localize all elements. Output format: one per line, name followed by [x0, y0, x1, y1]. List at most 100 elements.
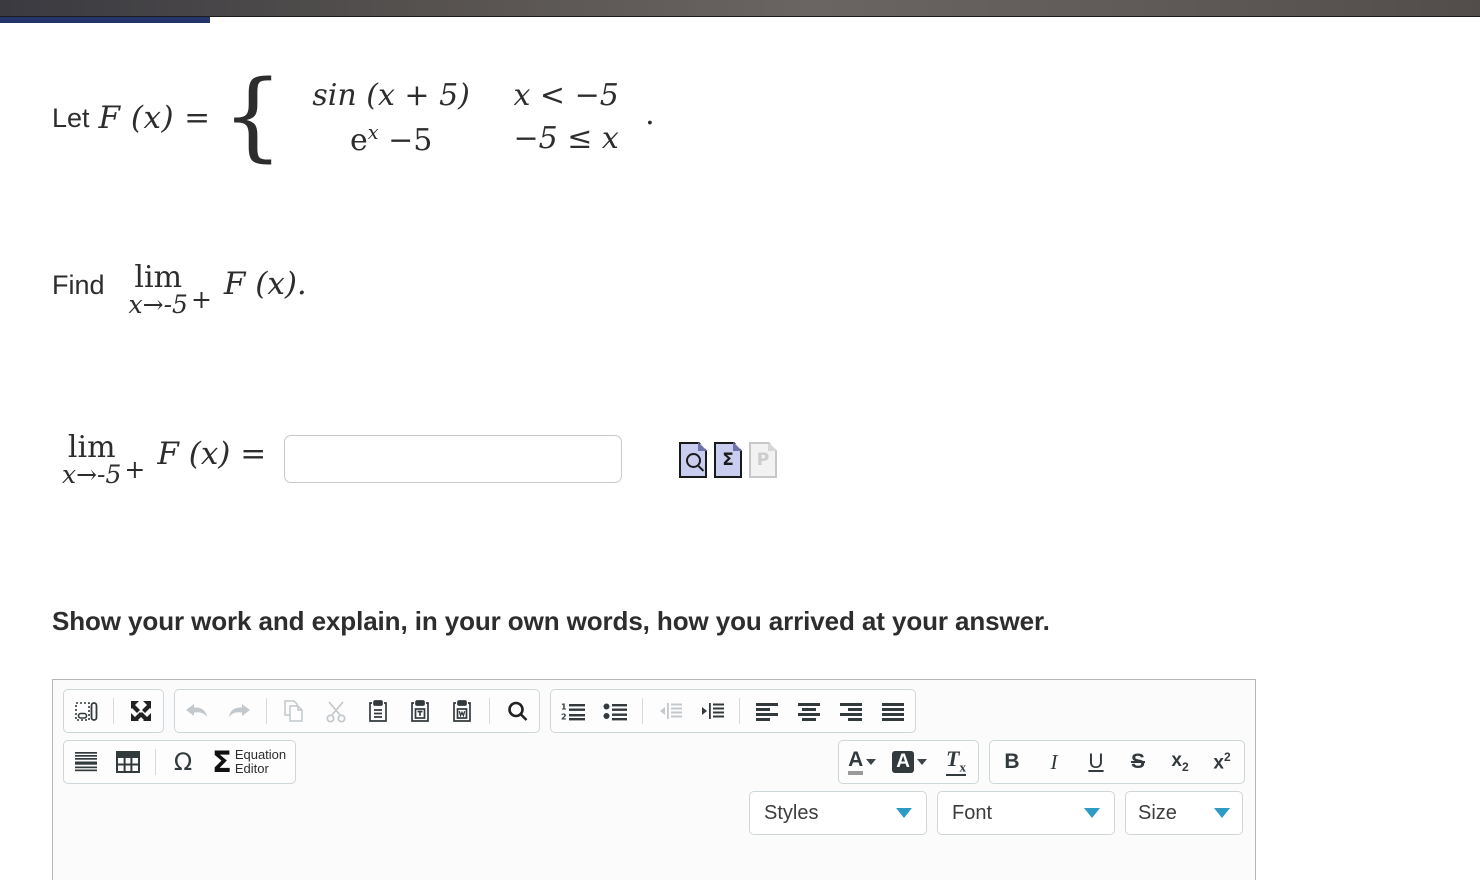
size-dropdown[interactable]: Size	[1125, 791, 1243, 835]
text-color-icon[interactable]: A	[846, 747, 878, 777]
styles-dropdown[interactable]: Styles	[749, 791, 927, 835]
table-icon[interactable]	[113, 747, 143, 777]
let-label: Let	[52, 102, 90, 133]
case-2-exponent: x	[367, 121, 379, 144]
magnifier-glyph	[685, 452, 701, 468]
subscript-icon[interactable]: x2	[1165, 747, 1195, 777]
toolbar-group-basic-styles: B I U S x2 x2	[989, 740, 1245, 784]
undo-icon[interactable]	[182, 696, 212, 726]
answer-limit-operator: lim	[67, 430, 116, 465]
italic-glyph: I	[1050, 749, 1058, 774]
svg-text:2: 2	[561, 713, 567, 722]
superscript-glyph: x2	[1213, 750, 1230, 774]
case-1-expression: sin (x + 5)	[312, 78, 470, 113]
math-symbols-icon[interactable]: Σ	[714, 442, 742, 478]
copy-icon[interactable]	[279, 696, 309, 726]
chevron-down-icon	[1084, 808, 1100, 818]
toolbar-group-paragraph: 1 2	[550, 689, 916, 733]
italic-icon[interactable]: I	[1039, 747, 1069, 777]
question-limit: lim x→-5	[129, 262, 188, 318]
maximize-icon[interactable]	[126, 696, 156, 726]
bold-glyph: B	[1004, 750, 1020, 773]
preview-answer-icon[interactable]	[679, 442, 707, 478]
outdent-icon[interactable]	[655, 696, 685, 726]
align-center-icon[interactable]	[794, 696, 824, 726]
paste-from-word-icon[interactable]	[447, 696, 477, 726]
bold-icon[interactable]: B	[997, 747, 1027, 777]
equation-editor-label-line-2: Editor	[234, 761, 269, 776]
case-1-condition: x < −5	[513, 78, 619, 113]
sigma-glyph: Σ	[722, 449, 734, 470]
show-blocks-icon[interactable]	[71, 696, 101, 726]
numbered-list-icon[interactable]: 1 2	[558, 696, 588, 726]
background-color-icon[interactable]: A	[890, 747, 929, 777]
horizontal-rule-icon[interactable]	[71, 747, 101, 777]
case-2-base: e	[349, 123, 368, 158]
superscript-base: x	[1213, 752, 1224, 774]
justify-icon[interactable]	[878, 696, 908, 726]
remove-format-icon[interactable]: Tx	[941, 747, 971, 777]
strikethrough-glyph: S	[1130, 750, 1145, 773]
browser-chrome-bar	[0, 0, 1480, 17]
toolbar-row-3: Styles Font Size	[53, 784, 1255, 835]
indent-icon[interactable]	[697, 696, 727, 726]
question-limit-function: F (x).	[223, 266, 307, 302]
chevron-down-icon	[896, 808, 912, 818]
superscript-index: 2	[1223, 749, 1231, 764]
question-limit-side: +	[190, 284, 212, 314]
statement-period: .	[645, 97, 655, 132]
rich-text-editor: 1 2 Ω Σ Equation Editor A A Tx B I U S x…	[52, 679, 1256, 880]
toolbar-row-1: 1 2	[53, 680, 1255, 733]
work-instruction-text: Show your work and explain, in your own …	[52, 606, 1050, 636]
problem-statement: Let F (x) = { sin (x + 5) x < −5 ex −5 −…	[52, 68, 655, 164]
chevron-down-icon	[917, 759, 927, 765]
find-icon[interactable]	[502, 696, 532, 726]
align-right-icon[interactable]	[836, 696, 866, 726]
find-label: Find	[52, 270, 105, 300]
question-limit-subscript: x→-5	[128, 289, 188, 319]
subscript-glyph: x2	[1171, 750, 1188, 774]
case-2-expression: ex −5	[291, 121, 491, 158]
remove-format-glyph: Tx	[946, 746, 966, 776]
subscript-index: 2	[1181, 759, 1189, 774]
toolbar-group-clipboard	[174, 689, 540, 733]
font-dropdown-label: Font	[952, 801, 993, 824]
paste-as-text-icon[interactable]	[405, 696, 435, 726]
toolbar-group-insert: Ω Σ Equation Editor	[63, 740, 297, 784]
bulleted-list-icon[interactable]	[600, 696, 630, 726]
toolbar-separator	[113, 698, 114, 724]
special-character-icon[interactable]: Ω	[168, 747, 198, 777]
toolbar-separator	[489, 698, 490, 724]
progress-bar-track	[0, 17, 1480, 23]
styles-dropdown-label: Styles	[764, 801, 819, 824]
answer-input[interactable]	[284, 435, 623, 483]
superscript-icon[interactable]: x2	[1207, 747, 1237, 777]
underline-icon[interactable]: U	[1081, 747, 1111, 777]
print-answer-icon: P	[749, 442, 777, 478]
svg-text:1: 1	[561, 703, 567, 712]
omega-glyph: Ω	[173, 748, 193, 776]
toolbar-separator	[739, 698, 740, 724]
underline-glyph: U	[1088, 750, 1104, 773]
align-left-icon[interactable]	[752, 696, 782, 726]
question-limit-operator: lim	[134, 260, 183, 295]
background-color-letter: A	[892, 751, 914, 773]
cut-icon[interactable]	[321, 696, 351, 726]
paste-icon[interactable]	[363, 696, 393, 726]
answer-helper-icons: Σ P	[679, 442, 777, 478]
text-color-letter: A	[848, 749, 864, 775]
strikethrough-icon[interactable]: S	[1123, 747, 1153, 777]
function-name: F (x)	[98, 100, 175, 136]
question-line: Find lim x→-5 + F (x).	[52, 262, 307, 318]
answer-limit-subscript: x→-5	[62, 459, 122, 489]
equation-editor-label: Equation Editor	[235, 748, 286, 776]
case-2-tail: −5	[388, 123, 433, 158]
case-2-condition: −5 ≤ x	[513, 121, 619, 156]
redo-icon[interactable]	[224, 696, 254, 726]
equation-editor-label-line-1: Equation	[234, 747, 287, 762]
answer-row: lim x→-5 + F (x) =	[62, 430, 623, 489]
font-dropdown[interactable]: Font	[937, 791, 1115, 835]
equation-editor-button[interactable]: Σ Equation Editor	[210, 747, 288, 777]
answer-limit-side: +	[124, 454, 146, 484]
toolbar-row-2: Ω Σ Equation Editor A A Tx B I U S x2 x2	[53, 733, 1255, 784]
